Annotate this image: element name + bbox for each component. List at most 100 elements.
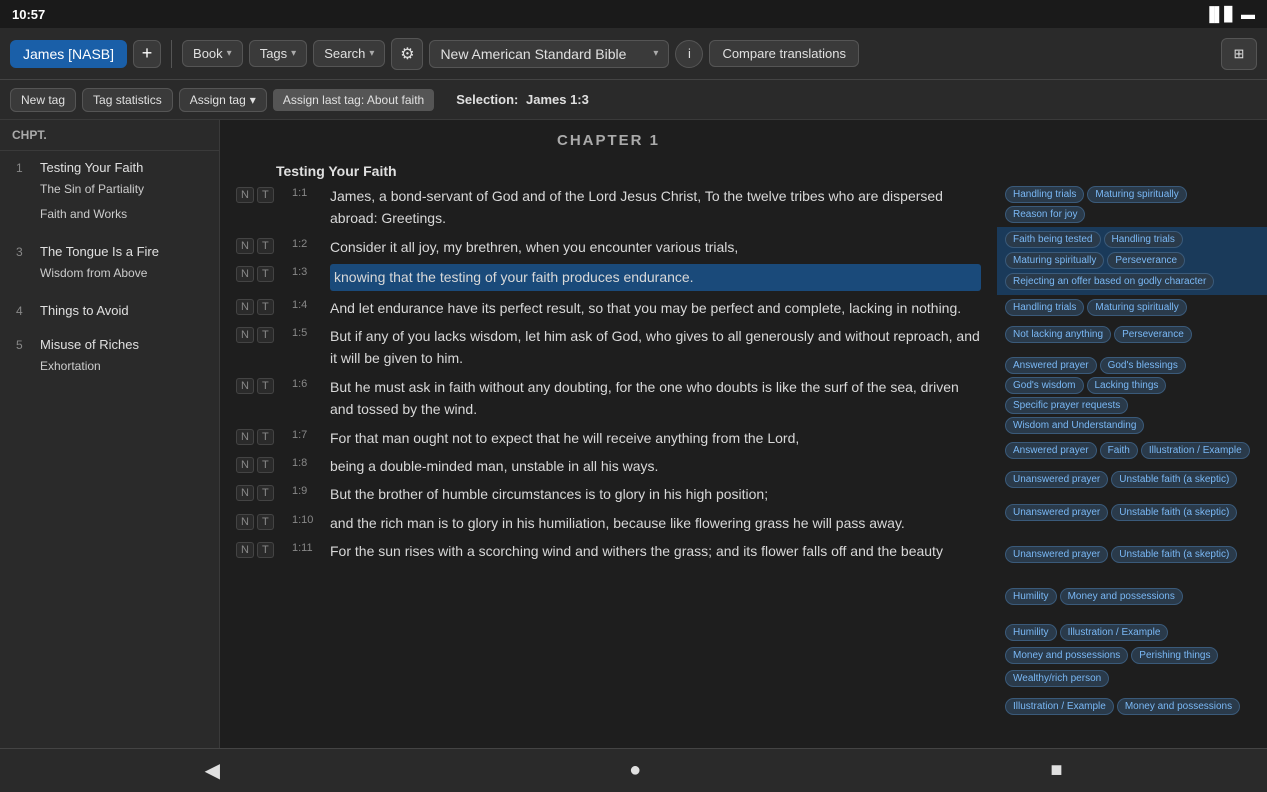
new-tag-button[interactable]: New tag bbox=[10, 88, 76, 112]
tag-not-lacking[interactable]: Not lacking anything bbox=[1005, 326, 1111, 343]
tag-illustration-1-10[interactable]: Illustration / Example bbox=[1060, 624, 1169, 641]
verse-text-1-11[interactable]: For the sun rises with a scorching wind … bbox=[330, 540, 981, 562]
tag-unanswered-prayer-1-6[interactable]: Unanswered prayer bbox=[1005, 471, 1108, 488]
assign-tag-button[interactable]: Assign tag ▾ bbox=[179, 88, 267, 112]
verse-text-1-2[interactable]: Consider it all joy, my brethren, when y… bbox=[330, 236, 981, 258]
verse-text-1-6[interactable]: But he must ask in faith without any dou… bbox=[330, 376, 981, 421]
marker-n-1-1[interactable]: N bbox=[236, 187, 254, 203]
marker-n-1-5[interactable]: N bbox=[236, 327, 254, 343]
compare-button[interactable]: Compare translations bbox=[709, 40, 859, 67]
tag-faith-tested[interactable]: Faith being tested bbox=[1005, 231, 1101, 248]
marker-t-1-11[interactable]: T bbox=[257, 542, 274, 558]
home-button[interactable]: ● bbox=[609, 755, 661, 786]
search-dropdown[interactable]: Search ▾ bbox=[313, 40, 385, 67]
verse-text-1-7[interactable]: For that man ought not to expect that he… bbox=[330, 427, 981, 449]
marker-n-1-2[interactable]: N bbox=[236, 238, 254, 254]
tag-gods-blessings[interactable]: God's blessings bbox=[1100, 357, 1186, 374]
tag-handling-trials-1-4[interactable]: Handling trials bbox=[1005, 299, 1084, 316]
tag-money-possessions-1-10[interactable]: Money and possessions bbox=[1005, 647, 1128, 664]
verse-text-1-1[interactable]: James, a bond-servant of God and of the … bbox=[330, 185, 981, 230]
sidebar-item-things-avoid[interactable]: Things to Avoid bbox=[40, 302, 129, 320]
tag-wisdom-understanding[interactable]: Wisdom and Understanding bbox=[1005, 417, 1144, 434]
assign-last-button[interactable]: Assign last tag: About faith bbox=[273, 89, 434, 111]
marker-n-1-10[interactable]: N bbox=[236, 514, 254, 530]
sidebar-item-exhortation[interactable]: Exhortation bbox=[40, 354, 139, 379]
tag-handling-trials-1-3[interactable]: Handling trials bbox=[1104, 231, 1183, 248]
tag-perishing-things[interactable]: Perishing things bbox=[1131, 647, 1218, 664]
layout-button[interactable]: ⊞ bbox=[1221, 38, 1257, 70]
sidebar-item-testing-faith[interactable]: Testing Your Faith bbox=[40, 159, 156, 177]
book-dropdown[interactable]: Book ▾ bbox=[182, 40, 243, 67]
james-tab[interactable]: James [NASB] bbox=[10, 40, 127, 68]
verse-markers-1-5: N T bbox=[236, 325, 286, 343]
add-tab-button[interactable]: + bbox=[133, 40, 161, 68]
tag-gods-wisdom[interactable]: God's wisdom bbox=[1005, 377, 1084, 394]
sidebar-item-faith-works[interactable]: Faith and Works bbox=[40, 202, 156, 227]
tag-illustration-1-11[interactable]: Illustration / Example bbox=[1005, 698, 1114, 715]
marker-t-1-5[interactable]: T bbox=[257, 327, 274, 343]
verse-text-1-4[interactable]: And let endurance have its perfect resul… bbox=[330, 297, 981, 319]
tag-rejecting-offer[interactable]: Rejecting an offer based on godly charac… bbox=[1005, 273, 1214, 290]
tag-reason-joy[interactable]: Reason for joy bbox=[1005, 206, 1085, 223]
tag-unstable-faith-1-7[interactable]: Unstable faith (a skeptic) bbox=[1111, 504, 1237, 521]
tags-dropdown[interactable]: Tags ▾ bbox=[249, 40, 308, 67]
sidebar-item-tongue-fire[interactable]: The Tongue Is a Fire bbox=[40, 243, 159, 261]
marker-t-1-8[interactable]: T bbox=[257, 457, 274, 473]
verse-text-1-5[interactable]: But if any of you lacks wisdom, let him … bbox=[330, 325, 981, 370]
verse-text-1-10[interactable]: and the rich man is to glory in his humi… bbox=[330, 512, 981, 534]
tag-handling-trials-1-2[interactable]: Handling trials bbox=[1005, 186, 1084, 203]
tag-perseverance-1-3[interactable]: Perseverance bbox=[1107, 252, 1185, 269]
marker-n-1-3[interactable]: N bbox=[236, 266, 254, 282]
tag-statistics-button[interactable]: Tag statistics bbox=[82, 88, 173, 112]
sidebar-chapter-4[interactable]: 4 Things to Avoid bbox=[0, 294, 219, 328]
marker-t-1-3[interactable]: T bbox=[257, 266, 274, 282]
sidebar-item-wisdom-above[interactable]: Wisdom from Above bbox=[40, 261, 159, 286]
tag-lacking-things[interactable]: Lacking things bbox=[1087, 377, 1167, 394]
gear-button[interactable]: ⚙ bbox=[391, 38, 423, 70]
marker-n-1-7[interactable]: N bbox=[236, 429, 254, 445]
marker-n-1-4[interactable]: N bbox=[236, 299, 254, 315]
sidebar-item-misuse-riches[interactable]: Misuse of Riches bbox=[40, 336, 139, 354]
tag-humility-1-9[interactable]: Humility bbox=[1005, 588, 1057, 605]
info-button[interactable]: i bbox=[675, 40, 703, 68]
verse-text-1-9[interactable]: But the brother of humble circumstances … bbox=[330, 483, 981, 505]
sidebar-chapter-3[interactable]: 3 The Tongue Is a Fire Wisdom from Above bbox=[0, 235, 219, 294]
marker-n-1-8[interactable]: N bbox=[236, 457, 254, 473]
tag-humility-1-10[interactable]: Humility bbox=[1005, 624, 1057, 641]
sidebar-chapter-1[interactable]: 1 Testing Your Faith The Sin of Partiali… bbox=[0, 151, 219, 235]
marker-t-1-2[interactable]: T bbox=[257, 238, 274, 254]
marker-t-1-4[interactable]: T bbox=[257, 299, 274, 315]
tag-faith-1-6[interactable]: Faith bbox=[1100, 442, 1138, 459]
tag-money-possessions-1-11[interactable]: Money and possessions bbox=[1117, 698, 1240, 715]
back-button[interactable]: ◀ bbox=[185, 754, 240, 787]
tag-answered-prayer-1-5[interactable]: Answered prayer bbox=[1005, 357, 1097, 374]
tag-illustration-1-6[interactable]: Illustration / Example bbox=[1141, 442, 1250, 459]
tag-unanswered-prayer-1-8[interactable]: Unanswered prayer bbox=[1005, 546, 1108, 563]
verse-ref-1-6: 1:6 bbox=[292, 376, 324, 390]
marker-t-1-10[interactable]: T bbox=[257, 514, 274, 530]
bible-selector[interactable]: New American Standard Bible ▾ bbox=[429, 40, 669, 68]
marker-t-1-6[interactable]: T bbox=[257, 378, 274, 394]
marker-t-1-7[interactable]: T bbox=[257, 429, 274, 445]
marker-n-1-6[interactable]: N bbox=[236, 378, 254, 394]
tag-specific-prayer[interactable]: Specific prayer requests bbox=[1005, 397, 1128, 414]
marker-n-1-11[interactable]: N bbox=[236, 542, 254, 558]
marker-t-1-9[interactable]: T bbox=[257, 485, 274, 501]
tag-perseverance-1-4[interactable]: Perseverance bbox=[1114, 326, 1192, 343]
tag-maturing-1-3[interactable]: Maturing spiritually bbox=[1005, 252, 1104, 269]
tag-maturing-1-4[interactable]: Maturing spiritually bbox=[1087, 299, 1186, 316]
sidebar-item-sin-partiality[interactable]: The Sin of Partiality bbox=[40, 177, 156, 202]
tag-maturing-1-2[interactable]: Maturing spiritually bbox=[1087, 186, 1186, 203]
tag-answered-prayer-1-6[interactable]: Answered prayer bbox=[1005, 442, 1097, 459]
tag-unstable-faith-1-8[interactable]: Unstable faith (a skeptic) bbox=[1111, 546, 1237, 563]
verse-text-1-3[interactable]: knowing that the testing of your faith p… bbox=[330, 264, 981, 290]
sidebar-chapter-5[interactable]: 5 Misuse of Riches Exhortation bbox=[0, 328, 219, 387]
tag-unanswered-prayer-1-7[interactable]: Unanswered prayer bbox=[1005, 504, 1108, 521]
tag-money-possessions-1-9[interactable]: Money and possessions bbox=[1060, 588, 1183, 605]
tag-wealthy-rich[interactable]: Wealthy/rich person bbox=[1005, 670, 1109, 687]
verse-text-1-8[interactable]: being a double-minded man, unstable in a… bbox=[330, 455, 981, 477]
marker-t-1-1[interactable]: T bbox=[257, 187, 274, 203]
tag-unstable-faith-1-6[interactable]: Unstable faith (a skeptic) bbox=[1111, 471, 1237, 488]
marker-n-1-9[interactable]: N bbox=[236, 485, 254, 501]
square-button[interactable]: ■ bbox=[1030, 755, 1082, 786]
